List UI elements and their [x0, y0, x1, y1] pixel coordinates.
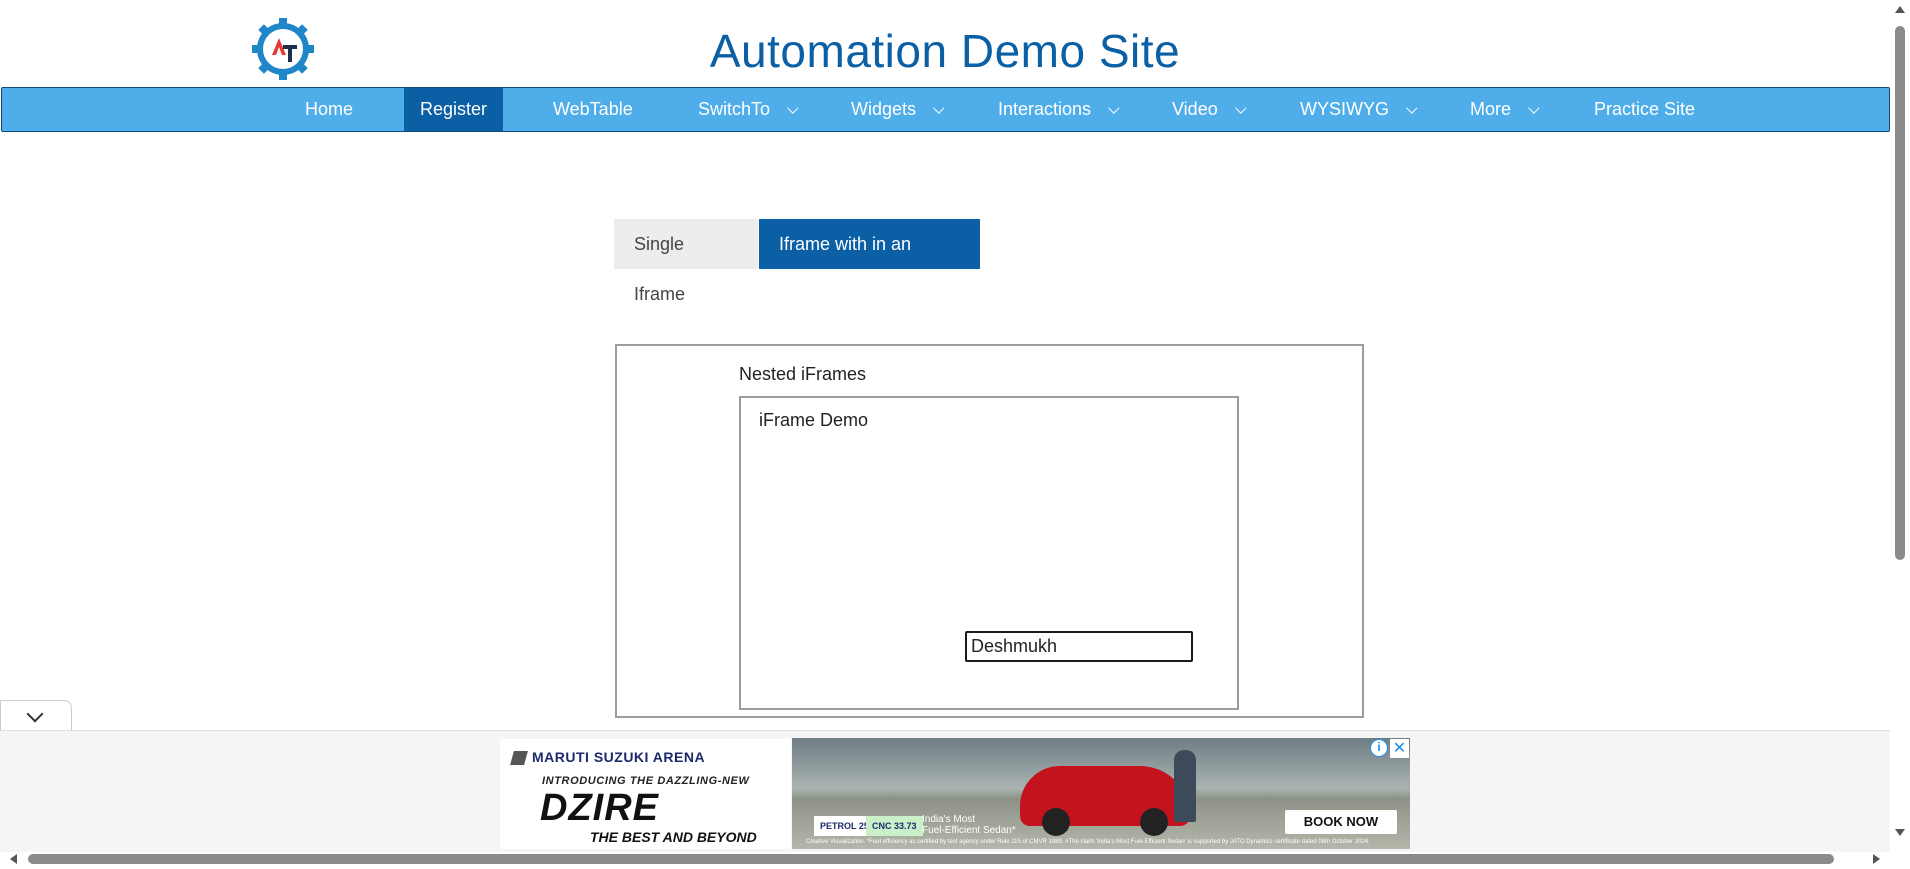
- site-title: Automation Demo Site: [709, 25, 1181, 77]
- scroll-right-arrow-icon[interactable]: [1873, 854, 1880, 864]
- ad-close-icon[interactable]: ✕: [1390, 739, 1409, 758]
- nav-webtable[interactable]: WebTable: [553, 88, 633, 131]
- scroll-down-arrow-icon[interactable]: [1895, 829, 1905, 836]
- chevron-down-icon: [1528, 102, 1540, 114]
- ad-info-icon[interactable]: i: [1370, 739, 1388, 757]
- chevron-down-icon: [1108, 102, 1120, 114]
- ad-claim-line2: Fuel-Efficient Sedan*: [922, 825, 1016, 836]
- ad-cnc-chip: CNC 33.73: [866, 816, 923, 836]
- chevron-down-icon: [1406, 102, 1418, 114]
- book-now-button[interactable]: BOOK NOW: [1285, 810, 1397, 834]
- nested-iframes-label: Nested iFrames: [739, 364, 867, 384]
- car-wheel: [1042, 808, 1070, 836]
- horizontal-scrollbar-thumb[interactable]: [28, 854, 1834, 864]
- nav-widgets-label: Widgets: [851, 99, 917, 119]
- car-image: [1020, 766, 1190, 836]
- nav-register[interactable]: Register: [404, 88, 504, 131]
- ad-claim: India's Most Fuel-Efficient Sedan*: [922, 814, 1016, 836]
- nav-more-label: More: [1470, 99, 1512, 119]
- tab-nested-iframe[interactable]: Iframe with in an Iframe: [759, 219, 980, 304]
- chevron-down-icon: [26, 705, 44, 723]
- ad-disclaimer: Creative Visualization. *Fuel efficiency…: [806, 839, 1370, 845]
- iframe-text-input[interactable]: [965, 631, 1193, 662]
- car-wheel: [1140, 808, 1168, 836]
- scroll-left-arrow-icon[interactable]: [10, 854, 17, 864]
- ad-brand: MARUTI SUZUKI ARENA: [510, 749, 706, 766]
- nav-wysiwyg-label: WYSIWYG: [1300, 99, 1389, 119]
- scroll-up-arrow-icon[interactable]: [1895, 6, 1905, 13]
- ad-collapse-toggle[interactable]: [0, 700, 72, 730]
- nav-widgets[interactable]: Widgets: [851, 88, 945, 131]
- chevron-down-icon: [1234, 102, 1247, 114]
- ad-claim-line1: India's Most: [922, 814, 976, 825]
- chevron-down-icon: [787, 102, 799, 114]
- nav-more[interactable]: More: [1470, 88, 1540, 131]
- chevron-down-icon: [933, 102, 945, 114]
- suzuki-logo-icon: [510, 751, 528, 766]
- ad-intro: INTRODUCING THE DAZZLING-NEW: [542, 775, 750, 787]
- nav-practice-site[interactable]: Practice Site: [1594, 88, 1695, 131]
- nav-home[interactable]: Home: [305, 88, 353, 131]
- nav-interactions[interactable]: Interactions: [998, 88, 1120, 131]
- ad-brand-text: MARUTI SUZUKI ARENA: [532, 749, 706, 765]
- nav-switchto-label: SwitchTo: [698, 99, 771, 119]
- nav-video-label: Video: [1172, 99, 1218, 119]
- iframe-demo-label: iFrame Demo: [759, 410, 869, 430]
- person-image: [1174, 750, 1196, 822]
- ad-model: DZIRE: [540, 787, 659, 829]
- tab-single-iframe[interactable]: Single Iframe: [614, 219, 758, 304]
- inner-iframe: [739, 396, 1239, 710]
- vertical-scrollbar-thumb[interactable]: [1895, 26, 1905, 560]
- nav-home-label: Home: [305, 99, 354, 119]
- ad-right-panel[interactable]: PETROL 25.71 CNC 33.73 India's Most Fuel-…: [792, 738, 1410, 849]
- ad-left-panel[interactable]: MARUTI SUZUKI ARENA INTRODUCING THE DAZZ…: [500, 739, 791, 849]
- nav-practice-site-label: Practice Site: [1594, 99, 1696, 119]
- nav-switchto[interactable]: SwitchTo: [698, 88, 799, 131]
- nav-video[interactable]: Video: [1172, 88, 1247, 131]
- main-navbar: Home Register WebTable SwitchTo Widgets …: [1, 87, 1890, 132]
- nav-interactions-label: Interactions: [998, 99, 1092, 119]
- nav-webtable-label: WebTable: [553, 99, 633, 119]
- ad-tagline: THE BEST AND BEYOND: [590, 829, 757, 845]
- nav-register-label: Register: [420, 99, 488, 119]
- nav-wysiwyg[interactable]: WYSIWYG: [1300, 88, 1418, 131]
